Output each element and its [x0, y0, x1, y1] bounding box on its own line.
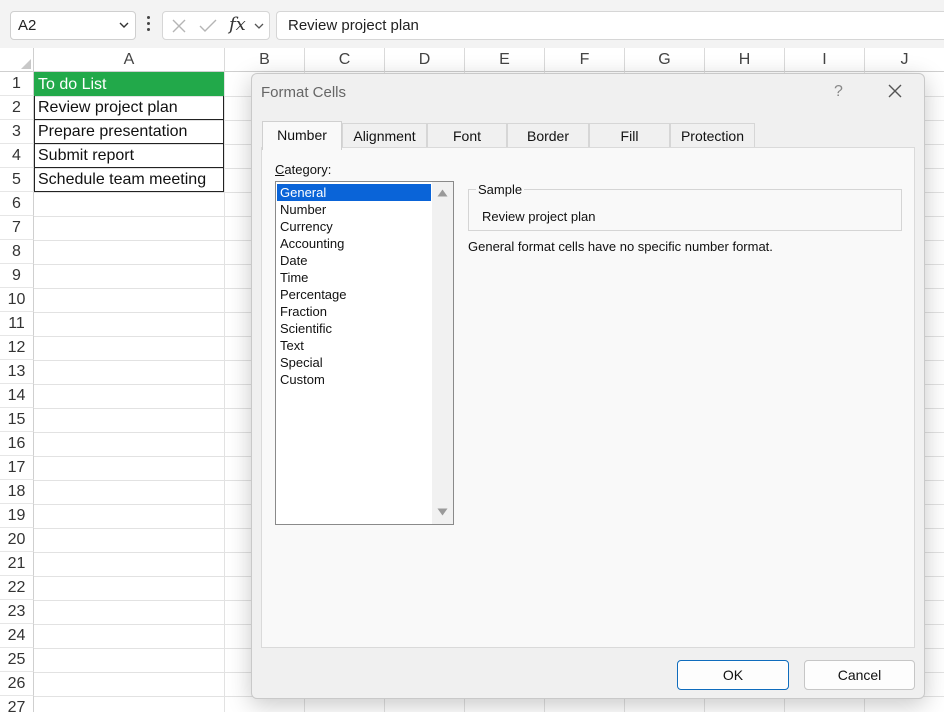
row-header[interactable]: 15 — [0, 408, 34, 432]
category-item-time[interactable]: Time — [277, 269, 431, 286]
cell-a4[interactable]: Submit report — [34, 144, 224, 168]
tab-font[interactable]: Font — [427, 123, 507, 149]
row-header[interactable]: 12 — [0, 336, 34, 360]
row-header[interactable]: 26 — [0, 672, 34, 696]
column-header-c[interactable]: C — [304, 48, 384, 72]
tab-border[interactable]: Border — [507, 123, 589, 149]
column-header-h[interactable]: H — [704, 48, 784, 72]
row-header[interactable]: 16 — [0, 432, 34, 456]
sample-label: Sample — [476, 182, 525, 197]
category-item-custom[interactable]: Custom — [277, 371, 431, 388]
help-button[interactable]: ? — [834, 83, 843, 101]
row-header[interactable]: 8 — [0, 240, 34, 264]
row-header[interactable]: 9 — [0, 264, 34, 288]
category-item-accounting[interactable]: Accounting — [277, 235, 431, 252]
row-header[interactable]: 2 — [0, 96, 34, 120]
row-header[interactable]: 11 — [0, 312, 34, 336]
column-header-f[interactable]: F — [544, 48, 624, 72]
insert-function-icon[interactable]: fx — [229, 14, 246, 35]
category-item-scientific[interactable]: Scientific — [277, 320, 431, 337]
row-header[interactable]: 22 — [0, 576, 34, 600]
row-header[interactable]: 19 — [0, 504, 34, 528]
excel-window: A2 fx Review project plan A B C D E F G … — [0, 0, 944, 712]
tab-fill[interactable]: Fill — [589, 123, 670, 149]
row-header[interactable]: 4 — [0, 144, 34, 168]
row-header[interactable]: 6 — [0, 192, 34, 216]
select-all-corner[interactable] — [0, 48, 34, 72]
formula-bar: A2 fx Review project plan — [0, 0, 944, 48]
name-box[interactable]: A2 — [10, 11, 136, 40]
cancel-button[interactable]: Cancel — [804, 660, 915, 690]
category-label: Category: — [275, 162, 332, 177]
column-header-d[interactable]: D — [384, 48, 464, 72]
row-header[interactable]: 24 — [0, 624, 34, 648]
row-header[interactable]: 18 — [0, 480, 34, 504]
formula-value: Review project plan — [288, 17, 419, 34]
category-item-percentage[interactable]: Percentage — [277, 286, 431, 303]
row-header[interactable]: 21 — [0, 552, 34, 576]
column-header-g[interactable]: G — [624, 48, 704, 72]
row-header[interactable]: 14 — [0, 384, 34, 408]
format-cells-dialog: Format Cells ? Number Alignment Font Bor… — [251, 73, 925, 699]
cell-a2[interactable]: Review project plan — [34, 96, 224, 120]
category-item-general[interactable]: General — [277, 184, 431, 201]
column-header-a[interactable]: A — [34, 48, 224, 72]
chevron-down-icon[interactable] — [254, 21, 264, 31]
category-item-text[interactable]: Text — [277, 337, 431, 354]
tab-alignment[interactable]: Alignment — [342, 123, 427, 149]
dialog-title: Format Cells — [261, 84, 347, 101]
more-options-icon[interactable] — [146, 16, 152, 34]
row-header[interactable]: 13 — [0, 360, 34, 384]
category-scrollbar[interactable] — [432, 182, 453, 524]
row-header[interactable]: 3 — [0, 120, 34, 144]
formula-controls: fx — [162, 11, 270, 40]
category-item-fraction[interactable]: Fraction — [277, 303, 431, 320]
scroll-up-icon[interactable] — [437, 189, 448, 197]
confirm-entry-icon[interactable] — [199, 18, 217, 34]
tab-number[interactable]: Number — [262, 121, 342, 150]
row-header[interactable]: 20 — [0, 528, 34, 552]
category-item-currency[interactable]: Currency — [277, 218, 431, 235]
row-header[interactable]: 17 — [0, 456, 34, 480]
sample-value: Review project plan — [482, 209, 596, 224]
cell-a5[interactable]: Schedule team meeting — [34, 168, 224, 192]
name-box-value: A2 — [18, 17, 37, 34]
cell-a3[interactable]: Prepare presentation — [34, 120, 224, 144]
tab-protection[interactable]: Protection — [670, 123, 755, 149]
column-header-e[interactable]: E — [464, 48, 544, 72]
row-header[interactable]: 1 — [0, 72, 34, 96]
cell-a1[interactable]: To do List — [34, 72, 224, 96]
format-description: General format cells have no specific nu… — [468, 239, 773, 254]
column-header-j[interactable]: J — [864, 48, 944, 72]
formula-input[interactable]: Review project plan — [276, 11, 944, 40]
number-tab-panel: Category: General Number Currency Accoun… — [261, 147, 915, 648]
row-header[interactable]: 5 — [0, 168, 34, 192]
ok-button[interactable]: OK — [677, 660, 789, 690]
row-header[interactable]: 23 — [0, 600, 34, 624]
category-item-date[interactable]: Date — [277, 252, 431, 269]
close-icon[interactable] — [887, 83, 903, 99]
scroll-down-icon[interactable] — [437, 508, 448, 516]
category-item-number[interactable]: Number — [277, 201, 431, 218]
cancel-entry-icon[interactable] — [171, 18, 187, 34]
column-header-i[interactable]: I — [784, 48, 864, 72]
row-header[interactable]: 10 — [0, 288, 34, 312]
category-listbox[interactable]: General Number Currency Accounting Date … — [275, 181, 454, 525]
row-header[interactable]: 27 — [0, 696, 34, 712]
row-header[interactable]: 7 — [0, 216, 34, 240]
row-header[interactable]: 25 — [0, 648, 34, 672]
chevron-down-icon[interactable] — [119, 20, 129, 30]
column-header-b[interactable]: B — [224, 48, 304, 72]
category-item-special[interactable]: Special — [277, 354, 431, 371]
